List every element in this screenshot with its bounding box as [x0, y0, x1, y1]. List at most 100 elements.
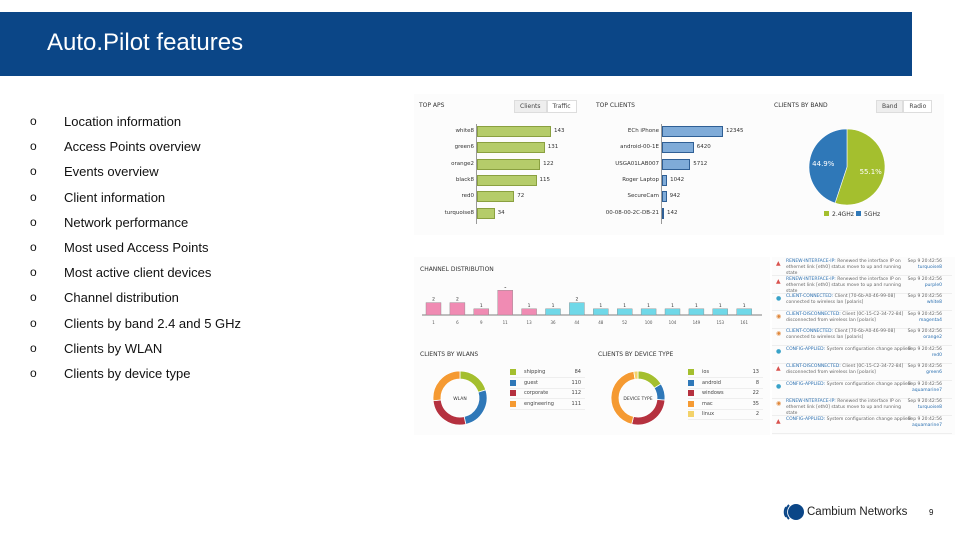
- legend-value: 112: [571, 390, 581, 396]
- bar[interactable]: [477, 158, 541, 170]
- channel-bar[interactable]: [569, 302, 585, 316]
- event-row[interactable]: ◉ CLIENT-CONNECTED: Client [70-6b-A0-46-9…: [772, 327, 952, 346]
- event-ap-link[interactable]: magenta4: [908, 318, 942, 324]
- bar[interactable]: [477, 126, 551, 137]
- event-ap-link[interactable]: purple0: [908, 283, 942, 289]
- event-row[interactable]: ◉ CLIENT-DISCONNECTED: Client [0C-15-C2-3…: [772, 310, 952, 329]
- bar-value: 34: [497, 209, 505, 216]
- clients-by-device-legend: ios 13 android 8 windows 22 mac 35 linux 2: [688, 368, 768, 428]
- channel-bar[interactable]: [712, 308, 728, 316]
- radio-toggle[interactable]: Radio: [903, 100, 933, 113]
- bar[interactable]: [477, 142, 545, 154]
- legend-item: guest 110: [510, 379, 585, 389]
- channel-value: 1: [528, 303, 531, 309]
- channel-value: 1: [695, 303, 698, 309]
- channel-bar[interactable]: [640, 308, 657, 316]
- event-row[interactable]: ▲ RENEW-INTERFACE-IP: Renewed the interfa…: [772, 275, 952, 294]
- feature-label: Clients by WLAN: [64, 340, 163, 356]
- legend-item: ios 13: [688, 368, 763, 378]
- event-meta: Sep 9 20:42:56 magenta4: [908, 312, 942, 324]
- donut-segment[interactable]: [459, 370, 487, 393]
- bar[interactable]: [477, 174, 537, 186]
- legend-swatch: [688, 390, 694, 396]
- channel-bar[interactable]: [449, 302, 466, 316]
- channel-bar[interactable]: [664, 308, 681, 316]
- bar[interactable]: [662, 191, 667, 203]
- band-toggle[interactable]: Band: [876, 100, 904, 113]
- bar[interactable]: [477, 207, 495, 219]
- channel-bar[interactable]: [616, 308, 633, 316]
- event-ap-link[interactable]: green6: [908, 370, 942, 376]
- donut-segment[interactable]: [463, 389, 488, 425]
- channel-bar[interactable]: [593, 308, 609, 316]
- slice-label: 44.9%: [812, 160, 835, 168]
- clients-toggle[interactable]: Clients: [514, 100, 547, 113]
- event-code[interactable]: RENEW-INTERFACE-IP:: [786, 399, 836, 404]
- bar[interactable]: [662, 207, 664, 219]
- event-code[interactable]: CLIENT-CONNECTED:: [786, 329, 833, 334]
- event-row[interactable]: ◉ RENEW-INTERFACE-IP: Renewed the interfa…: [772, 397, 952, 416]
- channel-tick: 13: [527, 320, 533, 325]
- channel-value: 1: [552, 303, 555, 309]
- channel-bar[interactable]: [736, 308, 752, 316]
- bar[interactable]: [477, 191, 515, 203]
- channel-bar[interactable]: [688, 308, 705, 316]
- clients-by-band-pie: 55.1% 2.4GHz 44.9% 5GHz: [808, 128, 886, 218]
- donut-segment[interactable]: [432, 399, 467, 426]
- slide-title: Auto.Pilot features: [47, 29, 244, 56]
- traffic-toggle[interactable]: Traffic: [546, 100, 577, 113]
- top-clients-chart: ECh iPhone 12345 android-00-1E 6420 USGA01LA…: [599, 122, 769, 227]
- channel-bar[interactable]: [545, 308, 561, 316]
- channel-value: 1: [719, 303, 722, 309]
- legend-swatch: [510, 390, 516, 396]
- bar[interactable]: [662, 126, 723, 137]
- event-code[interactable]: CLIENT-CONNECTED:: [786, 294, 833, 299]
- event-code[interactable]: CONFIG-APPLIED:: [786, 382, 825, 387]
- bar[interactable]: [662, 158, 691, 170]
- bar[interactable]: [662, 174, 668, 186]
- event-ap-link[interactable]: turquoise8: [908, 405, 942, 411]
- feature-label: Most used Access Points: [64, 240, 209, 255]
- channel-value: 1: [743, 303, 746, 309]
- feature-label: Client information: [64, 189, 166, 205]
- legend-value: 2: [755, 411, 759, 417]
- donut-segment[interactable]: [637, 370, 662, 389]
- event-ap-link[interactable]: red0: [908, 353, 942, 359]
- page-number: 9: [929, 508, 934, 517]
- event-ap-link[interactable]: white8: [908, 300, 942, 306]
- event-code[interactable]: CLIENT-DISCONNECTED:: [786, 312, 841, 317]
- warn-icon: ▲: [776, 365, 781, 372]
- channel-bar[interactable]: [425, 302, 442, 316]
- event-meta: Sep 9 20:42:56 turquoise8: [908, 259, 942, 271]
- event-code[interactable]: CONFIG-APPLIED:: [786, 347, 825, 352]
- event-code[interactable]: RENEW-INTERFACE-IP:: [786, 277, 836, 282]
- channel-bar[interactable]: [497, 289, 513, 316]
- event-code[interactable]: CLIENT-DISCONNECTED:: [786, 364, 841, 369]
- legend-label: 5GHz: [864, 211, 880, 218]
- event-row[interactable]: ▲ CONFIG-APPLIED: System configuration ch…: [772, 415, 952, 434]
- channel-bar[interactable]: [521, 308, 537, 316]
- bar[interactable]: [662, 142, 694, 154]
- event-ap-link[interactable]: turquoise8: [908, 265, 942, 271]
- error-icon: ◉: [776, 400, 782, 407]
- channel-bar[interactable]: [473, 308, 489, 316]
- event-ap-link[interactable]: aquamarine7: [908, 388, 942, 394]
- channel-distribution-chart: 2126194111131362441481521100110411491153…: [422, 287, 762, 325]
- legend-value: 110: [571, 379, 581, 386]
- event-time: Sep 9 20:42:56: [907, 416, 942, 422]
- event-row[interactable]: ▲ RENEW-INTERFACE-IP: Renewed the interfa…: [772, 257, 952, 276]
- donut-segment[interactable]: [631, 399, 666, 426]
- event-row[interactable]: ▲ CLIENT-DISCONNECTED: Client [0C-15-C2-3…: [772, 362, 952, 381]
- event-ap-link[interactable]: aquamarine7: [908, 423, 942, 429]
- event-code[interactable]: CONFIG-APPLIED:: [786, 417, 825, 422]
- event-row[interactable]: ● CONFIG-APPLIED: System configuration ch…: [772, 380, 952, 399]
- legend-label: 2.4GHz: [832, 211, 854, 218]
- event-code[interactable]: RENEW-INTERFACE-IP:: [786, 259, 836, 264]
- event-row[interactable]: ● CONFIG-APPLIED: System configuration ch…: [772, 345, 952, 364]
- event-meta: Sep 9 20:42:56 red0: [908, 347, 942, 359]
- event-row[interactable]: ● CLIENT-CONNECTED: Client [70-6b-A0-46-9…: [772, 292, 952, 311]
- event-ap-link[interactable]: orange2: [908, 335, 942, 341]
- donut-center-label: WLAN: [453, 396, 467, 402]
- legend-item: shipping 84: [510, 368, 585, 378]
- channel-tick: 161: [740, 320, 748, 325]
